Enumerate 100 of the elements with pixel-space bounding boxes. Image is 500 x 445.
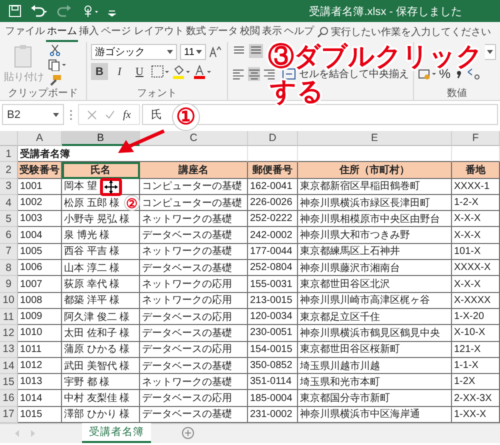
ribbon-tab[interactable]: 校閲: [238, 22, 261, 42]
table-cell: データベースの応用: [140, 390, 248, 407]
font-name-dropdown[interactable]: 游ゴシック: [91, 44, 177, 60]
table-cell: 1007: [18, 276, 62, 293]
row-header[interactable]: 17: [0, 406, 18, 424]
table-cell: 東京都世田谷区北沢: [298, 276, 452, 293]
row-header[interactable]: 5: [0, 211, 18, 228]
row-header[interactable]: 15: [0, 374, 18, 390]
column-header[interactable]: E: [298, 131, 452, 146]
ribbon-tab[interactable]: ファイル: [4, 22, 46, 42]
table-cell: 101-X: [452, 244, 500, 260]
table-cell: 西谷 平吉 様: [62, 244, 140, 260]
number-format-dropdown[interactable]: [485, 44, 496, 60]
table-cell: データベースの応用: [140, 342, 248, 358]
scissors-icon[interactable]: [48, 44, 62, 56]
ribbon-tab[interactable]: データ: [206, 22, 239, 42]
format-button[interactable]: U: [131, 63, 148, 80]
row-header[interactable]: 3: [0, 178, 18, 195]
merge-icon[interactable]: [282, 68, 296, 80]
fill-color-icon[interactable]: [172, 64, 190, 78]
ribbon-tab[interactable]: 表示: [260, 22, 283, 42]
row-header[interactable]: 10: [0, 292, 18, 309]
ribbon-tab[interactable]: 数式: [184, 22, 207, 42]
table-cell: XXXX-1: [452, 178, 500, 195]
table-cell: 350-0852: [248, 358, 298, 374]
table-cell: ネットワークの基礎: [140, 374, 248, 390]
table-cell: 252-0222: [248, 211, 298, 228]
search-icon[interactable]: [316, 26, 329, 38]
step-callout: ①: [172, 103, 200, 131]
dropdown-caret-icon[interactable]: [167, 50, 173, 54]
row-header[interactable]: 6: [0, 227, 18, 244]
grow-font-icon[interactable]: [209, 46, 221, 58]
table-cell: 埼玉県川越市川越: [298, 358, 452, 374]
align-icon[interactable]: [249, 44, 263, 58]
table-cell: 1008: [18, 292, 62, 309]
column-header[interactable]: C: [140, 131, 248, 146]
format-button[interactable]: B: [91, 63, 108, 80]
column-header[interactable]: A: [18, 131, 62, 146]
table-cell: 神奈川県横浜市鶴見区鶴見中央: [298, 325, 452, 342]
format-button[interactable]: I: [111, 63, 128, 80]
align-right-icon[interactable]: [263, 67, 276, 81]
table-cell: 1003: [18, 211, 62, 228]
header-cell: 住所（市町村）: [298, 162, 452, 179]
table-cell: 埼玉県和光市本町: [298, 374, 452, 390]
instruction-text: する: [270, 78, 324, 104]
column-header[interactable]: F: [452, 131, 500, 146]
row-header[interactable]: 14: [0, 358, 18, 374]
borders-icon[interactable]: [151, 64, 169, 78]
table-cell: 中村 友梨佳 様: [62, 390, 140, 407]
group-label: クリップボード: [7, 87, 79, 100]
row-header[interactable]: 8: [0, 260, 18, 276]
save-icon[interactable]: [8, 4, 22, 18]
insert-function-button[interactable]: fx: [123, 108, 131, 120]
row-header[interactable]: 13: [0, 342, 18, 358]
table-cell: X-X-X: [452, 227, 500, 244]
font-size-dropdown[interactable]: 11: [180, 44, 206, 60]
table-cell: 2-XX-3X: [452, 390, 500, 407]
ribbon-tab[interactable]: 挿入: [78, 22, 100, 42]
ribbon-tab[interactable]: ページ レイアウト: [100, 22, 185, 42]
column-header[interactable]: D: [248, 131, 298, 146]
row-header[interactable]: 9: [0, 276, 18, 293]
table-cell: 神奈川県川崎市高津区梶ヶ谷: [298, 292, 452, 309]
row-header[interactable]: 1: [0, 146, 18, 162]
ribbon-tab[interactable]: ヘルプ: [282, 22, 315, 42]
table-cell: 阿久津 俊二 様: [62, 308, 140, 326]
table-cell: 神奈川県横浜市緑区長津田町: [298, 194, 452, 212]
table-cell: 東京都世田谷区桜新町: [298, 342, 452, 358]
font-color-icon[interactable]: [193, 64, 211, 78]
format-painter-icon[interactable]: [48, 74, 62, 86]
row-header[interactable]: 12: [0, 325, 18, 342]
row-header[interactable]: 7: [0, 244, 18, 260]
table-cell: コンピューターの基礎: [140, 194, 248, 212]
table-cell: 東京都国分寺市新町: [298, 390, 452, 407]
table-cell: 神奈川県相模原市中央区由野台: [298, 211, 452, 228]
table-cell: 351-0114: [248, 374, 298, 390]
dropdown-caret-icon[interactable]: [487, 50, 493, 54]
table-cell: コンピューターの基礎: [140, 178, 248, 195]
undo-icon[interactable]: [30, 4, 48, 18]
row-header[interactable]: 16: [0, 390, 18, 407]
table-cell: 1-2-X: [452, 194, 500, 212]
column-header[interactable]: B: [62, 131, 140, 146]
table-cell: 神奈川県藤沢市湘南台: [298, 260, 452, 276]
align-center-icon[interactable]: [248, 67, 260, 81]
table-cell: 213-0015: [248, 292, 298, 309]
table-cell: 太田 佐和子 様: [62, 325, 140, 342]
table-cell: 宇野 都 様: [62, 374, 140, 390]
name-box[interactable]: B2: [2, 104, 64, 125]
align-left-icon[interactable]: [232, 67, 245, 81]
table-cell: ネットワークの応用: [140, 292, 248, 309]
sheet-tab[interactable]: 受講者名簿: [82, 423, 151, 444]
table-cell: XXXX-X: [452, 260, 500, 276]
ribbon-tab[interactable]: ホーム: [46, 22, 78, 42]
row-header[interactable]: 11: [0, 308, 18, 326]
table-cell: 都築 洋平 様: [62, 292, 140, 309]
dropdown-caret-icon[interactable]: [196, 50, 202, 54]
row-header[interactable]: 4: [0, 194, 18, 212]
copy-icon[interactable]: [48, 59, 68, 71]
table-cell: 1002: [18, 194, 62, 212]
row-header[interactable]: 2: [0, 162, 18, 179]
table-cell: データベースの基礎: [140, 358, 248, 374]
